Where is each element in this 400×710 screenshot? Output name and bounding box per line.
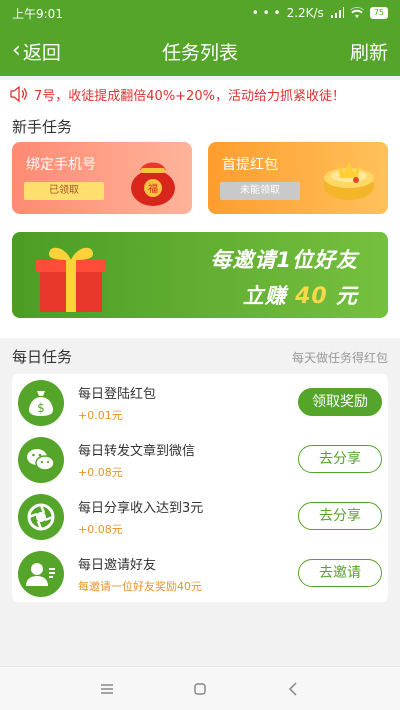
- refresh-button[interactable]: 刷新: [350, 38, 388, 65]
- gold-pot-icon: [324, 162, 374, 200]
- invite-user-icon: [18, 551, 64, 597]
- back-button[interactable]: ‹ 返回: [12, 38, 61, 65]
- task-name: 每日分享收入达到3元: [78, 501, 204, 516]
- invite-prefix: 立赚: [242, 284, 287, 308]
- invite-reward-line: 立赚 40 元: [243, 280, 358, 310]
- task-reward: 每邀请一位好友奖励40元: [78, 580, 202, 593]
- notice-text: 7号，收徒提成翻倍40%+20%，活动给力抓紧收徒！: [34, 88, 345, 104]
- task-reward: +0.08元: [78, 523, 123, 536]
- back-nav-icon[interactable]: [278, 674, 308, 704]
- status-indicators: • • • 2.2K/s 75: [252, 6, 388, 20]
- invite-headline: 每邀请1位好友: [210, 248, 358, 272]
- net-speed: 2.2K/s: [286, 6, 324, 20]
- status-time: 上午9:01: [12, 6, 63, 21]
- task-row-share-article: 每日转发文章到微信 +0.08元 去分享: [12, 431, 388, 488]
- signal-icon: [330, 7, 344, 18]
- task-row-login: $ 每日登陆红包 +0.01元 领取奖励: [12, 374, 388, 431]
- task-name: 每日转发文章到微信: [78, 444, 196, 459]
- daily-header: 每日任务 每天做任务得红包: [0, 340, 400, 372]
- newbie-section: 新手任务 绑定手机号 已领取 福 首提红包 未能领取 每邀请1位好友 立赚 40…: [0, 108, 400, 338]
- invite-amount: 40: [295, 284, 328, 309]
- task-name: 每日邀请好友: [78, 558, 157, 573]
- daily-title: 每日任务: [12, 348, 73, 366]
- daily-task-list: $ 每日登陆红包 +0.01元 领取奖励 每日转发文章到微信 +0.08元 去分…: [12, 374, 388, 602]
- invite-banner[interactable]: 每邀请1位好友 立赚 40 元: [12, 232, 388, 318]
- share-button[interactable]: 去分享: [298, 502, 382, 530]
- card-title: 首提红包: [222, 157, 278, 173]
- home-icon[interactable]: [185, 674, 215, 704]
- daily-subtitle: 每天做任务得红包: [291, 351, 388, 365]
- notice-bar: 7号，收徒提成翻倍40%+20%，活动给力抓紧收徒！: [0, 80, 400, 108]
- task-name: 每日登陆红包: [78, 387, 157, 402]
- svg-text:福: 福: [148, 182, 158, 195]
- shutter-icon: [18, 494, 64, 540]
- bind-phone-card[interactable]: 绑定手机号 已领取 福: [12, 142, 192, 214]
- task-reward: +0.01元: [78, 409, 123, 422]
- task-reward: +0.08元: [78, 466, 123, 479]
- gift-box-icon: [36, 247, 106, 312]
- menu-icon[interactable]: [92, 674, 122, 704]
- card-title: 绑定手机号: [26, 157, 96, 173]
- wechat-icon: [18, 437, 64, 483]
- status-badge: 未能领取: [220, 182, 300, 200]
- claim-reward-button[interactable]: 领取奖励: [298, 388, 382, 416]
- status-badge: 已领取: [24, 182, 104, 200]
- nav-bar: ‹ 返回 任务列表 刷新: [0, 26, 400, 76]
- wifi-icon: [349, 7, 364, 18]
- first-withdraw-card[interactable]: 首提红包 未能领取: [208, 142, 388, 214]
- status-dots: • • •: [251, 6, 281, 20]
- invite-button[interactable]: 去邀请: [298, 559, 382, 587]
- money-bag-icon: $: [18, 380, 64, 426]
- task-row-share-income: 每日分享收入达到3元 +0.08元 去分享: [12, 488, 388, 545]
- svg-text:$: $: [37, 401, 45, 415]
- newbie-title: 新手任务: [12, 118, 73, 136]
- share-button[interactable]: 去分享: [298, 445, 382, 473]
- speaker-icon: [10, 86, 27, 102]
- invite-unit: 元: [336, 284, 358, 308]
- back-label: 返回: [22, 41, 61, 64]
- task-row-invite: 每日邀请好友 每邀请一位好友奖励40元 去邀请: [12, 545, 388, 602]
- lucky-bag-icon: 福: [131, 162, 175, 206]
- system-nav-bar: [0, 666, 400, 710]
- battery-icon: 75: [369, 7, 388, 19]
- status-bar: 上午9:01 • • • 2.2K/s 75: [0, 0, 400, 26]
- chevron-left-icon: ‹: [12, 38, 21, 63]
